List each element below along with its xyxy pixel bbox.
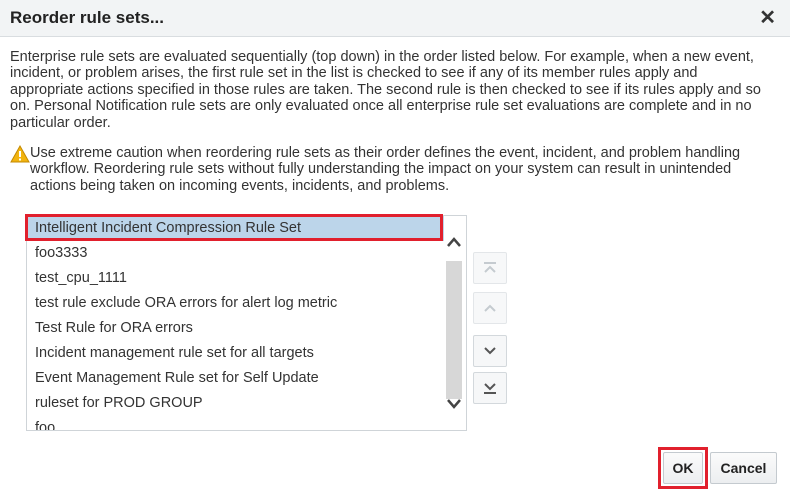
rule-set-item[interactable]: test rule exclude ORA errors for alert l…	[27, 291, 444, 316]
scroll-up-icon[interactable]	[446, 233, 462, 253]
rule-set-item[interactable]: Test Rule for ORA errors	[27, 316, 444, 341]
rule-set-item[interactable]: Event Management Rule set for Self Updat…	[27, 366, 444, 391]
move-to-bottom-icon	[484, 383, 496, 394]
rule-set-item[interactable]: ruleset for PROD GROUP	[27, 391, 444, 416]
ok-button[interactable]: OK	[663, 452, 703, 484]
move-to-top-icon	[484, 262, 496, 273]
move-down-button[interactable]	[473, 335, 507, 367]
rule-set-item[interactable]: foo3333	[27, 241, 444, 266]
warning-text: Use extreme caution when reordering rule…	[30, 145, 741, 194]
cancel-button[interactable]: Cancel	[710, 452, 777, 484]
warning-message: Use extreme caution when reordering rule…	[10, 145, 780, 194]
move-up-icon	[484, 304, 496, 312]
move-down-icon	[484, 347, 496, 355]
rule-set-item[interactable]: Intelligent Incident Compression Rule Se…	[27, 216, 444, 241]
dialog-title: Reorder rule sets...	[10, 8, 165, 27]
scroll-down-icon[interactable]	[446, 393, 462, 413]
dialog-titlebar: Reorder rule sets... ✕	[0, 0, 790, 37]
move-up-button[interactable]	[473, 292, 507, 324]
move-to-bottom-button[interactable]	[473, 372, 507, 404]
description-text: Enterprise rule sets are evaluated seque…	[10, 49, 761, 131]
list-scrollbar[interactable]	[443, 233, 465, 413]
scrollbar-thumb[interactable]	[446, 261, 462, 399]
move-to-top-button[interactable]	[473, 252, 507, 284]
reorder-rule-sets-dialog: Reorder rule sets... ✕ Enterprise rule s…	[0, 0, 790, 499]
rule-set-items: Intelligent Incident Compression Rule Se…	[27, 216, 444, 430]
rule-set-item[interactable]: Incident management rule set for all tar…	[27, 341, 444, 366]
warning-triangle-icon	[10, 145, 30, 163]
close-icon[interactable]: ✕	[759, 6, 776, 30]
rule-set-item[interactable]: test_cpu_1111	[27, 266, 444, 291]
rule-set-list[interactable]: Intelligent Incident Compression Rule Se…	[26, 215, 467, 431]
rule-set-item[interactable]: foo	[27, 416, 444, 430]
